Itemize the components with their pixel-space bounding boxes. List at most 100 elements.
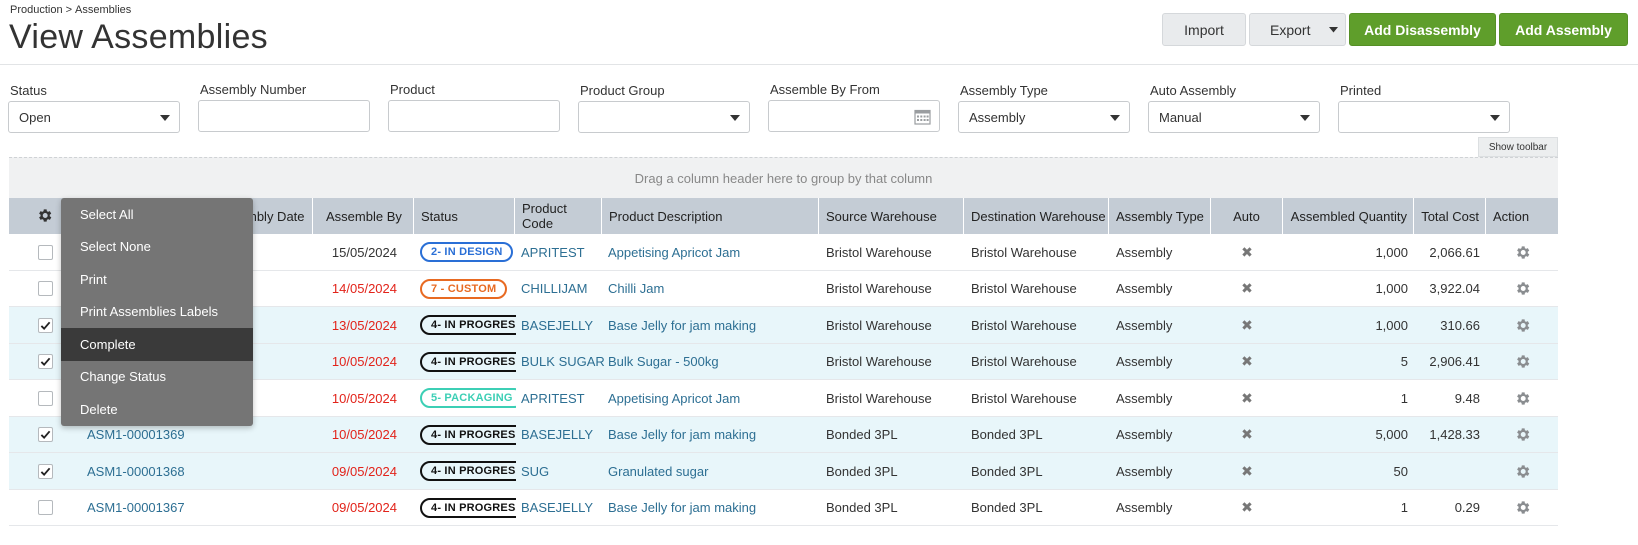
menu-item-select-none[interactable]: Select None: [61, 231, 253, 264]
product-description-link[interactable]: Appetising Apricot Jam: [608, 245, 740, 260]
row-select-cell: [37, 417, 53, 453]
column-header-source-warehouse[interactable]: Source Warehouse: [819, 198, 964, 234]
add-disassembly-button[interactable]: Add Disassembly: [1349, 13, 1496, 46]
product-description-cell: Bulk Sugar - 500kg: [608, 344, 818, 380]
row-select-cell: [37, 234, 53, 270]
column-header-product-description[interactable]: Product Description: [602, 198, 819, 234]
gear-icon[interactable]: [1514, 463, 1531, 480]
product-group-select[interactable]: [578, 101, 750, 133]
menu-item-complete[interactable]: Complete: [61, 328, 253, 361]
add-assembly-button[interactable]: Add Assembly: [1499, 13, 1628, 46]
show-toolbar-button[interactable]: Show toolbar: [1478, 137, 1558, 157]
action-header-label: Action: [1493, 208, 1530, 224]
product-code-link[interactable]: BASEJELLY: [521, 500, 593, 515]
total-cost-value: 3,922.04: [1429, 281, 1480, 296]
breadcrumb-parent[interactable]: Production: [10, 4, 63, 16]
gear-icon[interactable]: [1514, 317, 1531, 334]
product-code-link[interactable]: BASEJELLY: [521, 318, 593, 333]
row-checkbox[interactable]: [37, 317, 53, 333]
destination-warehouse-cell: Bristol Warehouse: [971, 344, 1111, 380]
column-header-total-cost[interactable]: Total Cost: [1414, 198, 1486, 234]
menu-item-change-status[interactable]: Change Status: [61, 361, 253, 394]
product-filter-label: Product: [390, 82, 435, 97]
column-header-status[interactable]: Status: [414, 198, 515, 234]
auto-cell: ✖: [1211, 380, 1283, 416]
assemble-by-from-input[interactable]: [768, 100, 940, 132]
auto-cell: ✖: [1211, 453, 1283, 489]
menu-item-print[interactable]: Print: [61, 263, 253, 296]
printed-filter: Printed: [1338, 83, 1510, 133]
row-select-cell: [37, 271, 53, 307]
assembled-quantity-cell: 50: [1283, 453, 1408, 489]
row-checkbox[interactable]: [37, 354, 53, 369]
table-row[interactable]: ASM1-00001367 09/05/2024 4- IN PROGRESS BAS…: [9, 489, 1558, 526]
row-checkbox[interactable]: [37, 427, 53, 442]
column-header-assembled-quantity[interactable]: Assembled Quantity: [1283, 198, 1414, 234]
assembly-type-cell: Assembly: [1116, 344, 1211, 380]
export-dropdown-icon[interactable]: [1321, 14, 1345, 45]
source-warehouse-header-label: Source Warehouse: [826, 208, 937, 224]
row-checkbox[interactable]: [37, 281, 53, 296]
group-by-drop-area[interactable]: Drag a column header here to group by th…: [9, 157, 1558, 198]
source-warehouse-value: Bonded 3PL: [826, 500, 898, 515]
row-checkbox[interactable]: [37, 463, 53, 479]
assembly-number-link[interactable]: ASM1-00001369: [87, 427, 185, 442]
auto-cell: ✖: [1211, 417, 1283, 453]
column-header-assembly-type[interactable]: Assembly Type: [1109, 198, 1211, 234]
product-code-link[interactable]: APRITEST: [521, 245, 585, 260]
column-header-auto[interactable]: Auto: [1211, 198, 1283, 234]
product-code-link[interactable]: APRITEST: [521, 391, 585, 406]
status-select-value: Open: [19, 109, 51, 125]
assembly-number-link[interactable]: ASM1-00001367: [87, 500, 185, 515]
assembly-number-input[interactable]: [198, 100, 370, 132]
assembled-quantity-cell: 5,000: [1283, 417, 1408, 453]
row-checkbox[interactable]: [37, 500, 53, 515]
product-code-cell: APRITEST: [521, 380, 605, 416]
gear-icon[interactable]: [1514, 244, 1531, 261]
column-header-destination-warehouse[interactable]: Destination Warehouse: [964, 198, 1109, 234]
column-header-assemble-by[interactable]: Assemble By: [313, 198, 414, 234]
status-filter: Status Open: [8, 83, 180, 133]
row-checkbox[interactable]: [37, 244, 53, 260]
status-badge: 4- IN PROGRESS: [420, 351, 516, 372]
menu-item-select-all[interactable]: Select All: [61, 198, 253, 231]
auto-assembly-select[interactable]: Manual: [1148, 101, 1320, 133]
product-input[interactable]: [388, 100, 560, 132]
product-description-link[interactable]: Base Jelly for jam making: [608, 427, 756, 442]
destination-warehouse-value: Bristol Warehouse: [971, 354, 1077, 369]
status-badge: 5- PACKAGING: [420, 388, 516, 408]
gear-icon[interactable]: [36, 207, 53, 224]
product-code-link[interactable]: BULK SUGAR: [521, 354, 605, 369]
assembly-type-cell: Assembly: [1116, 307, 1211, 343]
product-code-link[interactable]: BASEJELLY: [521, 427, 593, 442]
calendar-icon[interactable]: [914, 108, 931, 125]
product-description-link[interactable]: Chilli Jam: [608, 281, 664, 296]
gear-icon[interactable]: [1514, 426, 1531, 443]
menu-item-print-assemblies-labels[interactable]: Print Assemblies Labels: [61, 296, 253, 329]
product-code-link[interactable]: CHILLIJAM: [521, 281, 587, 296]
product-description-link[interactable]: Base Jelly for jam making: [608, 500, 756, 515]
source-warehouse-value: Bonded 3PL: [826, 427, 898, 442]
product-description-link[interactable]: Bulk Sugar - 500kg: [608, 354, 719, 369]
destination-warehouse-value: Bristol Warehouse: [971, 281, 1077, 296]
assemble-by-value: 10/05/2024: [331, 354, 397, 369]
menu-item-delete[interactable]: Delete: [61, 393, 253, 426]
gear-icon[interactable]: [1514, 499, 1531, 516]
gear-icon[interactable]: [1514, 390, 1531, 407]
product-description-link[interactable]: Appetising Apricot Jam: [608, 391, 740, 406]
assemble-by-value: 09/05/2024: [331, 463, 397, 479]
printed-select[interactable]: [1338, 101, 1510, 133]
status-select[interactable]: Open: [8, 101, 180, 133]
import-button[interactable]: Import: [1162, 13, 1246, 46]
product-code-link[interactable]: SUG: [521, 464, 549, 479]
gear-icon[interactable]: [1514, 280, 1531, 297]
product-description-link[interactable]: Base Jelly for jam making: [608, 318, 756, 333]
assembly-number-link[interactable]: ASM1-00001368: [87, 464, 185, 479]
table-row[interactable]: ASM1-00001368 09/05/2024 4- IN PROGRESS SUG…: [9, 453, 1558, 490]
assembly-type-select[interactable]: Assembly: [958, 101, 1130, 133]
row-checkbox[interactable]: [37, 390, 53, 406]
gear-icon[interactable]: [1514, 353, 1531, 370]
export-button[interactable]: Export: [1249, 13, 1346, 46]
product-description-link[interactable]: Granulated sugar: [608, 464, 708, 479]
column-header-product-code[interactable]: Product Code: [515, 198, 602, 234]
